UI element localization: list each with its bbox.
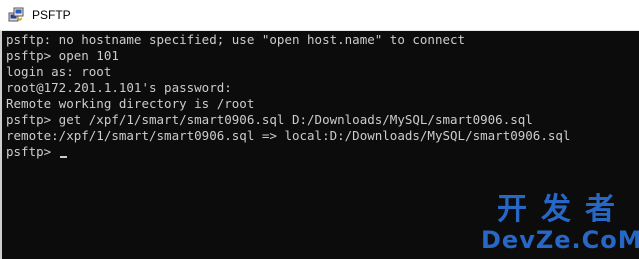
console-output: psftp: no hostname specified; use "open …: [6, 32, 570, 160]
console-line: login as: root: [6, 64, 112, 79]
window-title: PSFTP: [32, 8, 71, 22]
title-bar[interactable]: PSFTP: [0, 0, 639, 31]
console-line: remote:/xpf/1/smart/smart0906.sql => loc…: [6, 128, 571, 143]
window-left-edge: [0, 31, 2, 259]
console-prompt-line[interactable]: psftp>: [6, 144, 570, 160]
console-line: root@172.201.1.101's password:: [6, 80, 232, 95]
psftp-window: PSFTP psftp: no hostname specified; use …: [0, 0, 639, 259]
site-watermark: 开发者 DevZe.CoM: [481, 193, 639, 254]
console-line: psftp> open 101: [6, 48, 119, 63]
console-line: psftp> get /xpf/1/smart/smart0906.sql D:…: [6, 112, 533, 127]
psftp-app-icon[interactable]: [8, 7, 24, 23]
console-line: psftp: no hostname specified; use "open …: [6, 32, 466, 47]
console-prompt: psftp>: [6, 144, 59, 159]
text-cursor: [59, 156, 67, 158]
watermark-chinese-text: 开发者: [497, 192, 629, 227]
console-line: Remote working directory is /root: [6, 96, 255, 111]
watermark-domain-text: DevZe.CoM: [481, 226, 639, 254]
terminal-console[interactable]: psftp: no hostname specified; use "open …: [0, 31, 639, 259]
